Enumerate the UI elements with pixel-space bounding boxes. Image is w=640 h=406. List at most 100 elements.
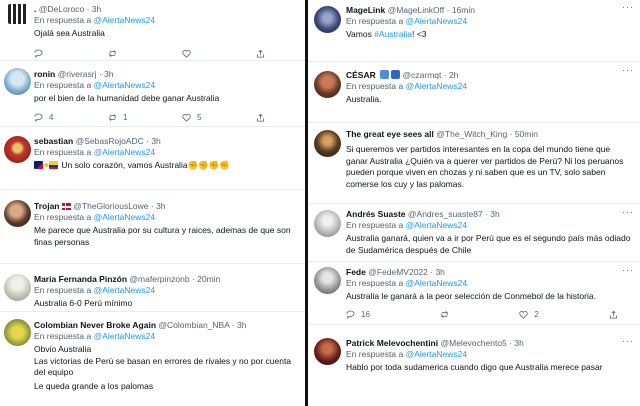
tweet[interactable]: CÉSAR @czarmqt · 2h En respuesta a @Aler… [308, 63, 640, 123]
mention-link[interactable]: @AlertaNews24 [94, 285, 156, 295]
mention-link[interactable]: @AlertaNews24 [94, 147, 156, 157]
tweet-time[interactable]: 3h [92, 4, 101, 14]
more-options-icon[interactable]: ··· [622, 207, 634, 217]
tweet[interactable]: ronin @riverasrj · 3h En respuesta a @Al… [0, 62, 305, 127]
mention-link[interactable]: @AlertaNews24 [94, 212, 156, 222]
author-name[interactable]: Andrés Suaste [346, 209, 406, 219]
reply-button[interactable]: 16 [346, 309, 370, 319]
tweet-time[interactable]: 20min [197, 274, 220, 284]
avatar[interactable] [314, 210, 341, 237]
reply-prefix: En respuesta a [346, 278, 404, 288]
author-handle[interactable]: @SebasRojoADC [76, 136, 144, 146]
tweet[interactable]: sebastian @SebasRojoADC · 3h En respuest… [0, 128, 305, 190]
tweet-text-line: Obvio Australia [34, 344, 92, 354]
author-name[interactable]: Colombian Never Broke Again [34, 320, 156, 330]
left-reply-column: . @DeLoroco · 3h En respuesta a @AlertaN… [0, 0, 305, 406]
tweet-text: Australia ganará, quien va a ir por Perú… [346, 233, 631, 255]
tweet[interactable]: Patrick Melevochentini @Melevochento5 · … [308, 326, 640, 406]
tweet-time[interactable]: 2h [449, 70, 458, 80]
author-handle[interactable]: @TheGloriousLowe [73, 201, 148, 211]
tweet[interactable]: Fede @FedeMV2022 · 3h En respuesta a @Al… [308, 263, 640, 325]
tweet-time[interactable]: 3h [237, 320, 246, 330]
reply-button[interactable] [34, 48, 43, 58]
mention-link[interactable]: @AlertaNews24 [406, 81, 468, 91]
share-button[interactable] [256, 112, 265, 122]
tweet[interactable]: Andrés Suaste @Andres_suaste87 · 3h En r… [308, 205, 640, 262]
tweet[interactable]: MageLink @MageLinkOff · 16min En respues… [308, 0, 640, 62]
mention-link[interactable]: @AlertaNews24 [94, 80, 156, 90]
like-button[interactable]: 5 [182, 112, 201, 122]
like-button[interactable]: 2 [519, 309, 539, 319]
mention-link[interactable]: @AlertaNews24 [406, 16, 468, 26]
avatar[interactable] [8, 4, 28, 24]
share-button[interactable] [256, 48, 265, 58]
tweet[interactable]: Colombian Never Broke Again @Colombian_N… [0, 313, 305, 406]
avatar[interactable] [314, 6, 341, 33]
tweet-time[interactable]: 3h [490, 209, 499, 219]
tweet-time[interactable]: 50min [515, 129, 538, 139]
mention-link[interactable]: @AlertaNews24 [94, 331, 156, 341]
avatar[interactable] [4, 136, 31, 163]
author-name[interactable]: sebastian [34, 136, 73, 146]
mention-link[interactable]: @AlertaNews24 [406, 220, 468, 230]
tweet-time[interactable]: 3h [104, 69, 113, 79]
author-handle[interactable]: @czarmqt [403, 70, 442, 80]
author-handle[interactable]: @riverasrj [58, 69, 97, 79]
tweet-text: Si queremos ver partidos interesantes en… [346, 144, 624, 189]
tweet[interactable]: María Fernanda Pinzón @maferpinzonb · 20… [0, 265, 305, 312]
author-handle[interactable]: @Andres_suaste87 [408, 209, 483, 219]
author-handle[interactable]: @MageLinkOff [388, 5, 445, 15]
more-options-icon[interactable]: ··· [622, 265, 634, 275]
author-handle[interactable]: @DeLoroco [39, 4, 84, 14]
tweet-time[interactable]: 3h [514, 338, 523, 348]
avatar[interactable] [4, 200, 31, 227]
author-handle[interactable]: @Melevochento5 [441, 338, 507, 348]
author-handle[interactable]: @The_Witch_King [436, 129, 507, 139]
avatar[interactable] [314, 338, 341, 365]
like-count: 2 [534, 309, 539, 319]
tweet[interactable]: . @DeLoroco · 3h En respuesta a @AlertaN… [0, 0, 305, 61]
author-name[interactable]: María Fernanda Pinzón [34, 274, 127, 284]
more-options-icon[interactable]: ··· [622, 2, 634, 12]
avatar[interactable] [4, 319, 31, 346]
author-name[interactable]: Trojan [34, 201, 60, 211]
avatar[interactable] [314, 71, 341, 98]
like-button[interactable] [182, 48, 191, 58]
retweet-button[interactable] [440, 309, 449, 319]
tweet-text: Australia 6-0 Perú mínimo [34, 298, 133, 308]
author-handle[interactable]: @FedeMV2022 [368, 267, 428, 277]
reply-button[interactable]: 4 [34, 112, 53, 122]
tweet-time[interactable]: 16min [452, 5, 475, 15]
share-icon [609, 310, 618, 319]
heart-icon [182, 49, 191, 58]
tweet[interactable]: The great eye sees all @The_Witch_King ·… [308, 124, 640, 204]
share-button[interactable] [609, 309, 618, 319]
author-name[interactable]: Fede [346, 267, 366, 277]
mention-link[interactable]: @AlertaNews24 [406, 278, 468, 288]
author-name[interactable]: . [34, 4, 36, 14]
author-handle[interactable]: @maferpinzonb [129, 274, 189, 284]
author-name[interactable]: The great eye sees all [346, 129, 434, 139]
retweet-button[interactable]: 1 [108, 112, 127, 122]
flexed-biceps-icon: ✊✊✊✊ [187, 160, 230, 170]
more-options-icon[interactable]: ··· [622, 65, 634, 75]
mention-link[interactable]: @AlertaNews24 [94, 15, 156, 25]
retweet-button[interactable] [108, 48, 117, 58]
author-handle[interactable]: @Colombian_NBA [158, 320, 229, 330]
tweet-time[interactable]: 3h [156, 201, 165, 211]
tweet-time[interactable]: 3h [435, 267, 444, 277]
author-name[interactable]: Patrick Melevochentini [346, 338, 438, 348]
mention-link[interactable]: @AlertaNews24 [406, 349, 468, 359]
avatar[interactable] [314, 267, 341, 294]
avatar[interactable] [4, 274, 31, 301]
hashtag-link[interactable]: #Australia [374, 29, 412, 39]
tweet[interactable]: Trojan @TheGloriousLowe · 3h En respuest… [0, 191, 305, 264]
avatar[interactable] [4, 68, 31, 95]
author-name[interactable]: MageLink [346, 5, 385, 15]
tweet-actions: 4 1 5 [34, 112, 265, 122]
tweet-time[interactable]: 3h [151, 136, 160, 146]
author-name[interactable]: ronin [34, 69, 55, 79]
more-options-icon[interactable]: ··· [622, 336, 634, 346]
author-name[interactable]: CÉSAR [346, 70, 376, 80]
avatar[interactable] [314, 130, 341, 157]
